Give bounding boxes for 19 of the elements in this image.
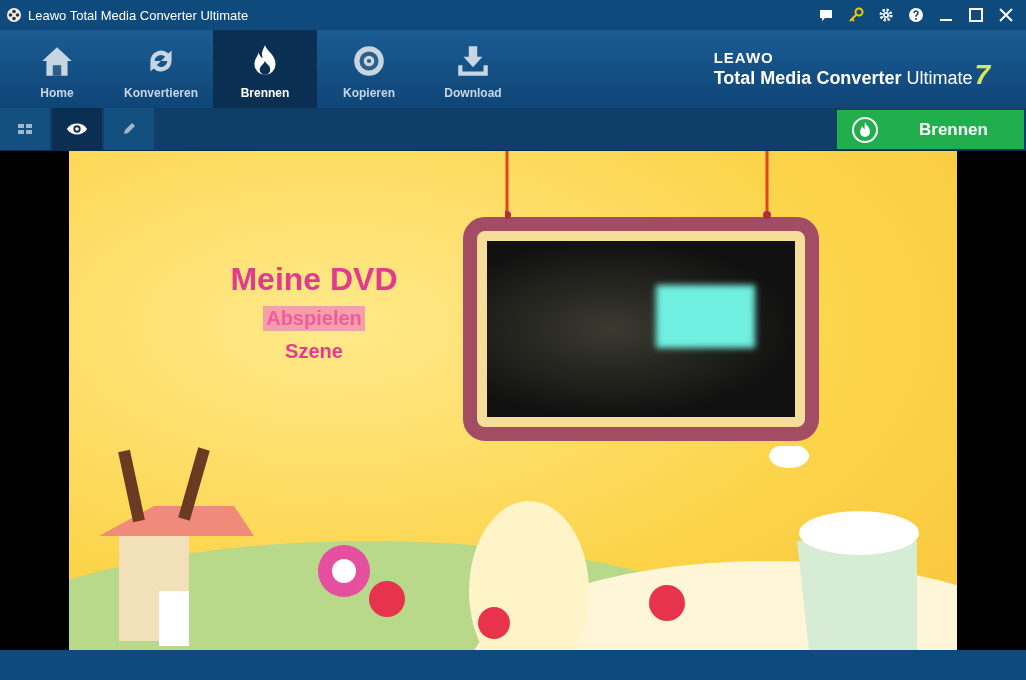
menu-item[interactable]: Szene (282, 339, 346, 364)
maximize-icon[interactable] (968, 7, 984, 23)
help-icon[interactable] (908, 7, 924, 23)
nav-tab[interactable]: Konvertieren (109, 30, 213, 108)
nav-tab[interactable]: Download (421, 30, 525, 108)
menu-title: Meine DVD (230, 261, 398, 298)
window-title: Leawo Total Media Converter Ultimate (28, 7, 249, 23)
view-mode-tab[interactable] (52, 108, 102, 150)
nav-tab[interactable]: Kopieren (317, 30, 421, 108)
film-reel-icon (6, 7, 22, 23)
chat-icon[interactable] (818, 7, 834, 23)
key-icon[interactable] (848, 7, 864, 23)
nav-tab[interactable]: Brennen (213, 30, 317, 108)
nav-tab[interactable]: Home (5, 30, 109, 108)
settings-icon[interactable] (878, 7, 894, 23)
product-logo: LEAWO Total Media Converter Ultimate 7 (713, 48, 990, 92)
flame-icon (851, 115, 879, 144)
eye-icon (66, 121, 88, 137)
close-icon[interactable] (998, 7, 1014, 23)
